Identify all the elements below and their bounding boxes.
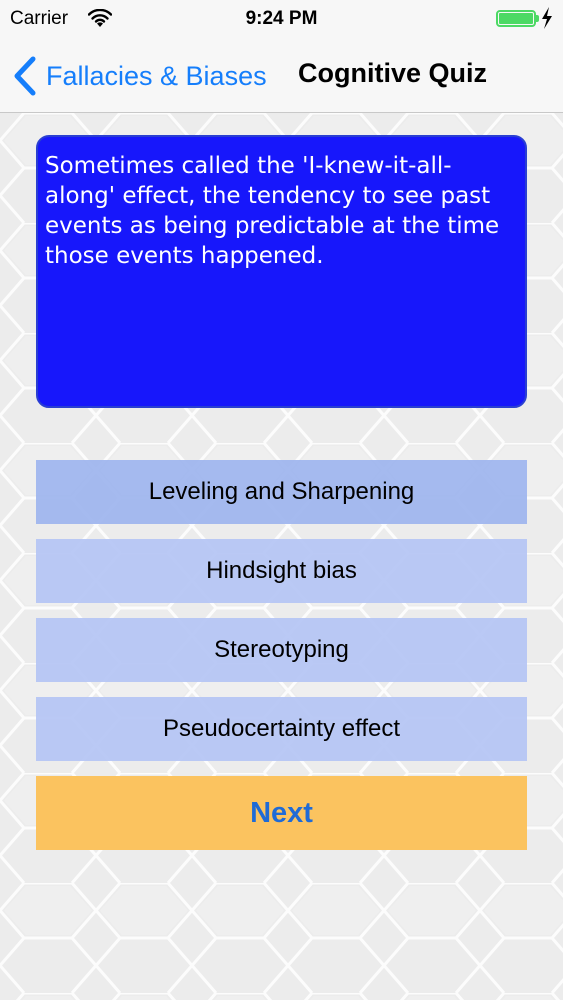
answer-label: Leveling and Sharpening: [148, 478, 415, 505]
bolt-icon: [541, 7, 553, 35]
chevron-left-icon: [14, 56, 36, 96]
page-title: Cognitive Quiz: [298, 58, 487, 88]
back-button[interactable]: Fallacies & Biases: [12, 54, 267, 98]
answer-label: Stereotyping: [214, 636, 349, 663]
answer-label: Hindsight bias: [206, 557, 357, 584]
answer-option[interactable]: Stereotyping: [36, 618, 527, 682]
battery-icon: [496, 10, 536, 27]
next-button-label: Next: [250, 796, 313, 829]
question-card: Sometimes called the 'I-knew-it-all-alon…: [36, 135, 527, 408]
next-button[interactable]: Next: [36, 776, 527, 850]
navigation-bar: Fallacies & Biases Cognitive Quiz: [0, 40, 563, 113]
answer-option[interactable]: Pseudocertainty effect: [36, 697, 527, 761]
status-time: 9:24 PM: [245, 8, 318, 29]
answer-label: Pseudocertainty effect: [162, 715, 401, 742]
answer-option[interactable]: Hindsight bias: [36, 539, 527, 603]
battery-fill: [499, 13, 533, 24]
answer-option[interactable]: Leveling and Sharpening: [36, 460, 527, 524]
battery-tip: [536, 15, 539, 22]
question-text: Sometimes called the 'I-knew-it-all-alon…: [45, 153, 500, 269]
back-button-label: Fallacies & Biases: [46, 60, 267, 91]
status-bar: Carrier 9:24 PM: [0, 0, 563, 40]
